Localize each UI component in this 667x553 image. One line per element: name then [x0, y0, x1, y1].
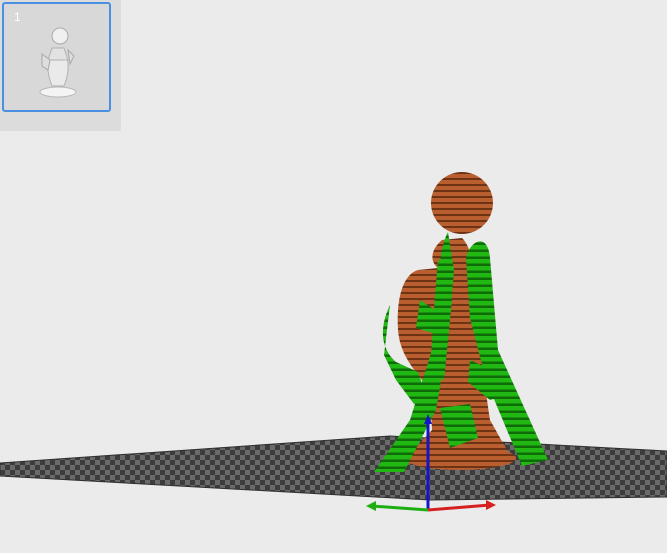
plate-list-panel: 1 — [0, 0, 121, 131]
axis-x-arrow — [486, 500, 496, 510]
axis-x — [427, 503, 491, 512]
print-bed — [0, 435, 667, 501]
figurine-thumbnail-icon — [39, 27, 77, 98]
plate-thumbnail[interactable]: 1 — [2, 2, 111, 112]
axis-y-arrow — [366, 501, 376, 511]
plate-number: 1 — [14, 10, 21, 24]
axis-y — [371, 504, 429, 512]
model-head — [431, 172, 493, 234]
